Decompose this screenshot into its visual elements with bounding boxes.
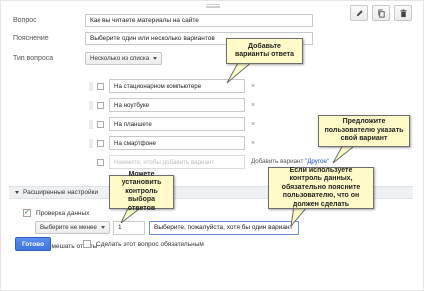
question-editor: Вопрос Как вы читаете материалы на сайте… [0,0,424,291]
callout-min-control: Можете установить контроль выбора ответо… [109,171,174,212]
callout-explain-control: Если используете контроль данных, обязат… [268,167,374,209]
callout-add-variants: Добавьте варианты ответа [226,38,303,64]
callout-other-option: Предложите пользователю указать свой вар… [318,115,410,147]
